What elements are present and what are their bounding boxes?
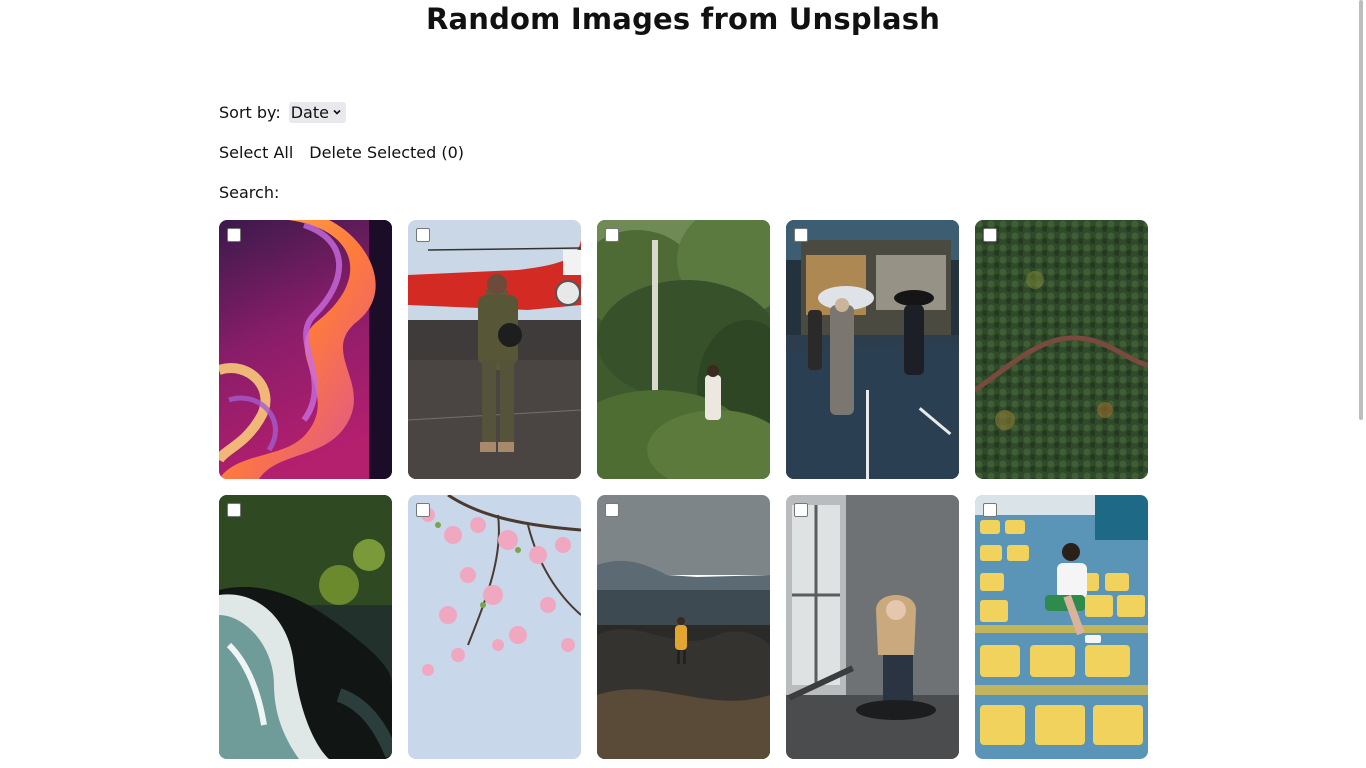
sort-select[interactable]: Date: [288, 101, 346, 123]
image-checkbox[interactable]: [416, 503, 430, 517]
image-checkbox[interactable]: [227, 228, 241, 242]
image-person-on-black-beach: [597, 495, 770, 759]
action-row: Select All Delete Selected (0): [219, 140, 464, 164]
image-woman-sitting-by-window: [786, 495, 959, 759]
image-card[interactable]: [408, 220, 581, 479]
sort-controls: Sort by: Date: [219, 100, 346, 124]
image-checkbox[interactable]: [605, 228, 619, 242]
image-rainy-city-street: [786, 220, 959, 479]
delete-selected-button[interactable]: Delete Selected (0): [309, 143, 464, 162]
page-scrollbar[interactable]: [1354, 0, 1366, 768]
image-card[interactable]: [975, 495, 1148, 759]
image-card[interactable]: [975, 220, 1148, 479]
image-abstract-swirl: [219, 220, 392, 479]
image-card[interactable]: [219, 220, 392, 479]
image-aerial-forest-road: [975, 220, 1148, 479]
image-checkbox[interactable]: [794, 228, 808, 242]
search-label: Search:: [219, 182, 280, 202]
image-checkbox[interactable]: [983, 503, 997, 517]
select-all-button[interactable]: Select All: [219, 143, 293, 162]
search-input[interactable]: [285, 181, 446, 203]
image-card[interactable]: [786, 495, 959, 759]
image-card[interactable]: [786, 220, 959, 479]
image-checkbox[interactable]: [794, 503, 808, 517]
page-title: Random Images from Unsplash: [425, 2, 941, 36]
image-card[interactable]: [597, 495, 770, 759]
search-row: Search:: [219, 180, 446, 204]
image-card[interactable]: [597, 220, 770, 479]
image-aerial-coast-waves: [219, 495, 392, 759]
image-cherry-blossoms: [408, 495, 581, 759]
image-woman-in-stadium-seats: [975, 495, 1148, 759]
image-pilot-helicopter: [408, 220, 581, 479]
chevron-down-icon: [333, 109, 341, 115]
image-grid: [219, 220, 1148, 759]
image-card[interactable]: [219, 495, 392, 759]
sort-label: Sort by:: [219, 102, 281, 122]
image-woman-in-green-field: [597, 220, 770, 479]
image-checkbox[interactable]: [227, 503, 241, 517]
image-checkbox[interactable]: [416, 228, 430, 242]
sort-select-value: Date: [290, 102, 329, 122]
image-checkbox[interactable]: [983, 228, 997, 242]
image-card[interactable]: [408, 495, 581, 759]
image-checkbox[interactable]: [605, 503, 619, 517]
scrollbar-thumb[interactable]: [1359, 0, 1363, 420]
